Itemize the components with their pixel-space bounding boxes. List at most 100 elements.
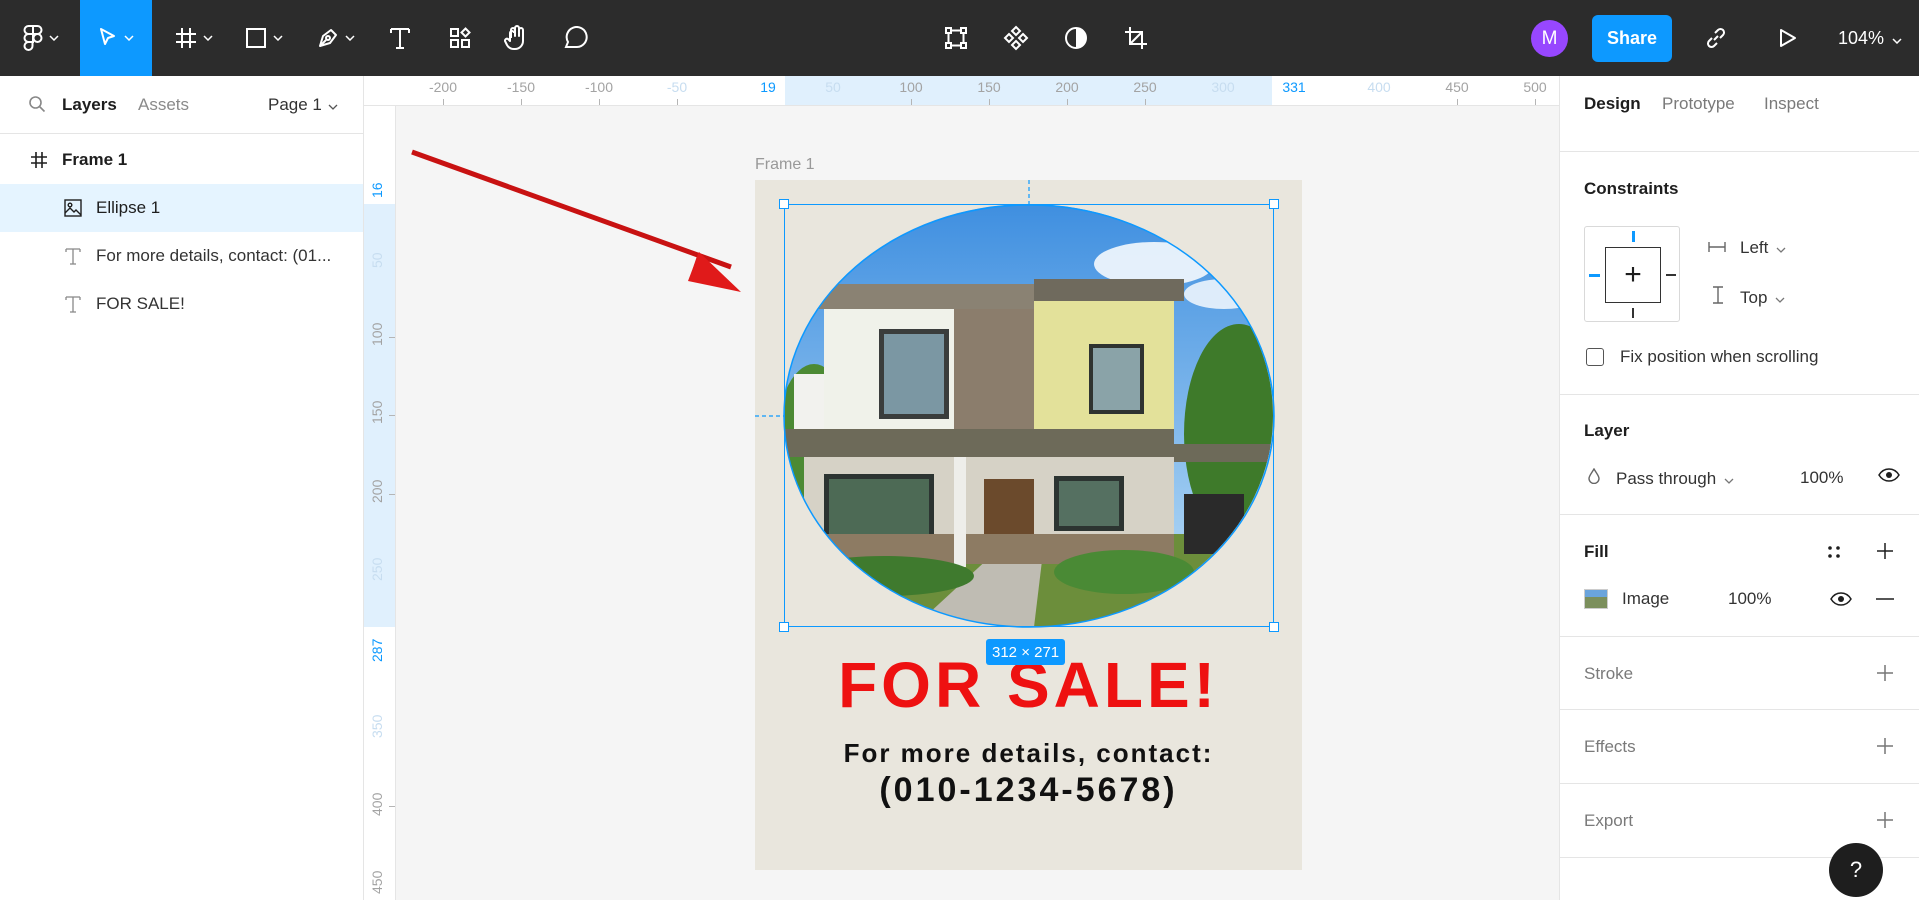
layer-item-frame-1[interactable]: Frame 1 <box>0 136 363 184</box>
horizontal-constraint-icon <box>1708 238 1726 258</box>
mask-button[interactable] <box>1054 0 1098 76</box>
user-avatar[interactable]: M <box>1531 20 1568 57</box>
ruler-tick <box>599 99 600 105</box>
ruler-label: 400 <box>369 792 385 816</box>
layer-opacity-input[interactable]: 100% <box>1800 468 1843 488</box>
horizontal-constraint-dropdown[interactable]: Left <box>1708 238 1786 258</box>
copy-link-button[interactable] <box>1694 0 1738 76</box>
frame-tool-button[interactable] <box>166 0 222 76</box>
blend-mode-value: Pass through <box>1616 468 1717 488</box>
ruler-tick <box>677 99 678 105</box>
hand-icon <box>504 25 528 51</box>
ruler-label: 150 <box>977 79 1001 95</box>
page-selector[interactable]: Page 1 <box>268 95 338 115</box>
ruler-label: 500 <box>1523 79 1547 95</box>
resources-icon <box>449 27 471 49</box>
tab-assets[interactable]: Assets <box>138 95 189 115</box>
tab-layers[interactable]: Layers <box>62 95 117 115</box>
layer-item-ellipse-1[interactable]: Ellipse 1 <box>0 184 363 232</box>
text-t-icon <box>62 293 84 315</box>
fill-opacity-input[interactable]: 100% <box>1728 589 1771 609</box>
design-canvas[interactable]: Frame 1 FOR SALE! For more details, cont… <box>396 106 1559 900</box>
constraint-top-active[interactable] <box>1632 231 1635 242</box>
eye-icon[interactable] <box>1878 468 1900 482</box>
resize-handle-top-right[interactable] <box>1269 199 1279 209</box>
layer-section-title: Layer <box>1584 421 1630 440</box>
constraints-title: Constraints <box>1584 179 1679 198</box>
layer-item-contact-text[interactable]: For more details, contact: (01... <box>0 232 363 280</box>
fill-styles-grid-icon[interactable] <box>1826 544 1842 560</box>
vertical-constraint-icon <box>1712 286 1724 309</box>
tab-prototype[interactable]: Prototype <box>1662 94 1735 114</box>
vector-edit-icon <box>944 26 968 50</box>
ruler-tick <box>1145 99 1146 105</box>
hand-tool-button[interactable] <box>496 0 536 76</box>
ruler-label: 250 <box>369 557 385 581</box>
crop-button[interactable] <box>1114 0 1158 76</box>
add-fill-plus-icon[interactable] <box>1876 542 1894 560</box>
search-icon[interactable] <box>28 95 46 118</box>
shape-tool-button[interactable] <box>236 0 292 76</box>
section-divider <box>1560 636 1919 637</box>
layer-name: Ellipse 1 <box>96 198 161 217</box>
fix-position-checkbox[interactable] <box>1586 348 1604 366</box>
fill-item-image[interactable]: Image <box>1584 589 1669 609</box>
ruler-label: 350 <box>369 714 385 738</box>
main-menu-button[interactable] <box>14 0 68 76</box>
ruler-label: 100 <box>899 79 923 95</box>
image-fill-thumbnail[interactable] <box>1584 589 1608 609</box>
ruler-label: 16 <box>369 182 385 198</box>
layer-name: For more details, contact: (01... <box>96 246 332 265</box>
eye-icon[interactable] <box>1830 592 1852 606</box>
resize-handle-top-left[interactable] <box>779 199 789 209</box>
help-button[interactable]: ? <box>1829 843 1883 897</box>
layer-name: FOR SALE! <box>96 294 185 313</box>
ruler-tick <box>1535 99 1536 105</box>
component-button[interactable] <box>994 0 1038 76</box>
add-stroke-plus-icon[interactable] <box>1876 664 1894 682</box>
tab-inspect[interactable]: Inspect <box>1764 94 1819 114</box>
resources-button[interactable] <box>440 0 480 76</box>
resize-handle-bottom-left[interactable] <box>779 622 789 632</box>
constraint-right[interactable] <box>1666 274 1676 276</box>
ruler-label: -150 <box>506 79 536 95</box>
zoom-dropdown[interactable]: 104% <box>1838 0 1902 76</box>
selection-bounding-box[interactable] <box>784 204 1274 627</box>
ruler-label: 250 <box>1133 79 1157 95</box>
chevron-down-icon <box>203 35 213 41</box>
remove-fill-minus-icon[interactable] <box>1876 598 1894 600</box>
pen-tool-button[interactable] <box>308 0 364 76</box>
comment-tool-button[interactable] <box>556 0 596 76</box>
tab-design[interactable]: Design <box>1584 94 1641 114</box>
resize-handle-bottom-right[interactable] <box>1269 622 1279 632</box>
blend-drop-icon <box>1588 467 1600 489</box>
section-divider <box>1560 394 1919 395</box>
chevron-down-icon <box>1775 288 1785 308</box>
edit-object-button[interactable] <box>934 0 978 76</box>
ruler-label: -50 <box>666 79 688 95</box>
selection-size-badge: 312 × 271 <box>986 639 1066 665</box>
text-tool-button[interactable] <box>380 0 420 76</box>
chevron-down-icon <box>49 35 59 41</box>
present-button[interactable] <box>1766 0 1810 76</box>
ruler-label: 400 <box>1367 79 1391 95</box>
chevron-down-icon <box>273 35 283 41</box>
blend-mode-dropdown[interactable]: Pass through <box>1588 467 1734 489</box>
layer-name: Frame 1 <box>62 150 128 169</box>
constraints-widget[interactable]: + <box>1584 226 1680 322</box>
constraint-bottom[interactable] <box>1632 308 1634 318</box>
ruler-tick <box>989 99 990 105</box>
rectangle-icon <box>245 27 267 49</box>
ruler-label: 50 <box>825 79 841 95</box>
add-export-plus-icon[interactable] <box>1876 811 1894 829</box>
layer-item-for-sale-text[interactable]: FOR SALE! <box>0 280 363 328</box>
add-effect-plus-icon[interactable] <box>1876 737 1894 755</box>
constraint-left-active[interactable] <box>1589 274 1600 277</box>
ruler-tick <box>1457 99 1458 105</box>
fix-position-row[interactable]: Fix position when scrolling <box>1586 347 1818 367</box>
comment-bubble-icon <box>563 26 589 50</box>
layers-panel-tabs: Layers Assets Page 1 <box>0 76 363 134</box>
share-button[interactable]: Share <box>1592 15 1672 62</box>
vertical-constraint-dropdown[interactable]: Top <box>1712 286 1785 309</box>
move-tool-button[interactable] <box>80 0 152 76</box>
